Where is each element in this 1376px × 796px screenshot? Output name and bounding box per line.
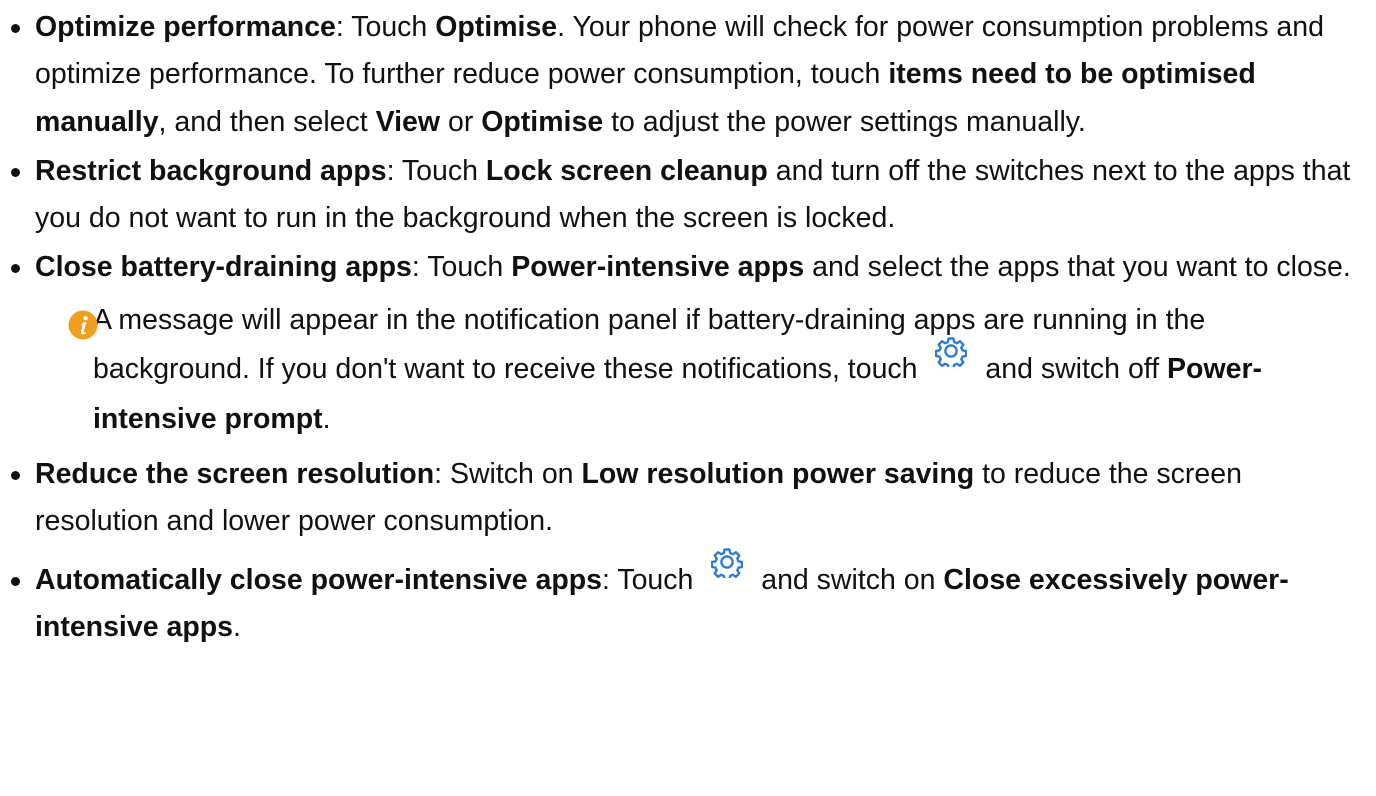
info-note: A message will appear in the notificatio… bbox=[35, 296, 1366, 445]
body-text: , and then select bbox=[158, 105, 376, 138]
tip-title: Close battery-draining apps bbox=[35, 251, 412, 284]
manual-page: Optimize performance: Touch Optimise. Yo… bbox=[0, 0, 1376, 796]
body-text: . bbox=[322, 402, 331, 435]
tip-item: Optimize performance: Touch Optimise. Yo… bbox=[0, 4, 1376, 146]
body-text: and switch on bbox=[753, 564, 944, 597]
bullet-dot-icon bbox=[11, 24, 20, 33]
body-text: and switch off bbox=[977, 353, 1168, 386]
bullet-dot-icon bbox=[11, 167, 20, 177]
tip-title: Optimize performance bbox=[35, 11, 336, 43]
body-text: : Touch bbox=[335, 11, 436, 43]
bold-ui-term: View bbox=[375, 105, 441, 138]
body-text: or bbox=[440, 105, 482, 138]
gear-icon bbox=[711, 546, 744, 581]
body-text: . bbox=[232, 611, 241, 644]
tip-item: Reduce the screen resolution: Switch on … bbox=[0, 451, 1376, 546]
bullet-dot-icon bbox=[11, 470, 20, 480]
tip-item: Automatically close power-intensive apps… bbox=[0, 548, 1376, 652]
bold-ui-term: Optimise bbox=[481, 105, 604, 138]
bullet-marker bbox=[11, 244, 20, 444]
info-icon bbox=[68, 307, 98, 340]
tip-title: Restrict background apps bbox=[35, 154, 387, 187]
bold-ui-term: Lock screen cleanup bbox=[485, 154, 768, 187]
body-text: : Touch bbox=[386, 154, 486, 187]
bullet-dot-icon bbox=[11, 264, 20, 274]
body-text: : Touch bbox=[411, 251, 512, 284]
body-text: : Switch on bbox=[434, 457, 582, 490]
bold-ui-term: Optimise bbox=[435, 11, 558, 43]
power-saving-tips-list: Optimize performance: Touch Optimise. Yo… bbox=[0, 4, 1376, 654]
tip-title: Reduce the screen resolution bbox=[35, 457, 435, 490]
bullet-dot-icon bbox=[11, 577, 20, 587]
body-text: : Touch bbox=[602, 564, 702, 597]
gear-icon bbox=[935, 334, 968, 371]
tip-title: Automatically close power-intensive apps bbox=[35, 564, 602, 597]
bullet-marker bbox=[11, 148, 20, 243]
bullet-marker bbox=[11, 557, 20, 652]
bullet-marker bbox=[11, 4, 20, 146]
body-text: and select the apps that you want to clo… bbox=[804, 251, 1351, 284]
bold-ui-term: Low resolution power saving bbox=[581, 457, 975, 490]
tip-item: Restrict background apps: Touch Lock scr… bbox=[0, 148, 1376, 243]
bullet-marker bbox=[11, 451, 20, 546]
bold-ui-term: Power-intensive apps bbox=[511, 251, 805, 284]
tip-item: Close battery-draining apps: Touch Power… bbox=[0, 244, 1376, 444]
body-text: to adjust the power settings manually. bbox=[603, 105, 1086, 138]
